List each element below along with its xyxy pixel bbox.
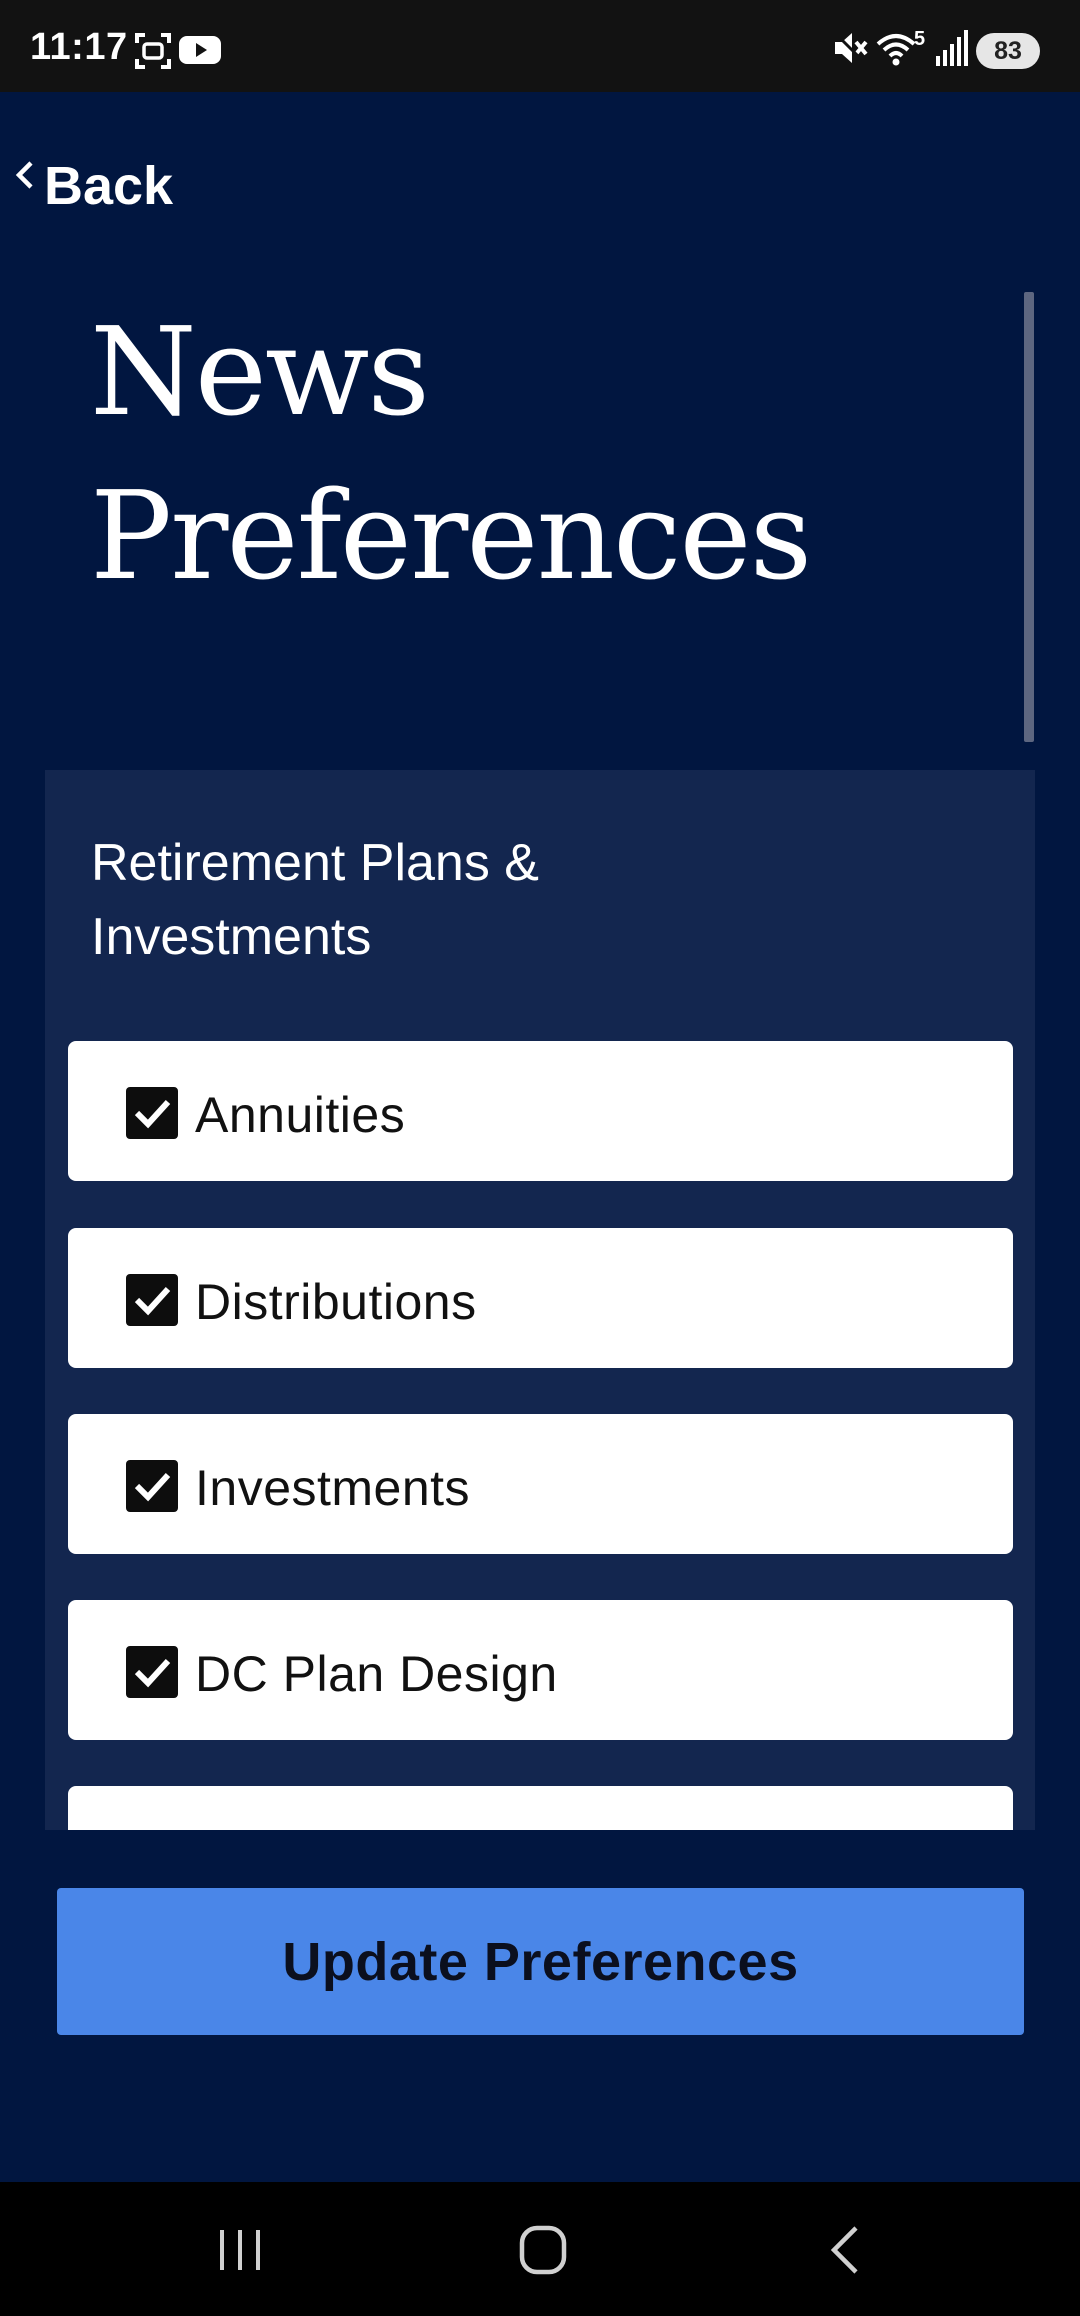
checkbox-checked-icon[interactable] bbox=[126, 1087, 178, 1139]
youtube-icon bbox=[178, 32, 222, 73]
option-dc-plan-design[interactable]: DC Plan Design bbox=[68, 1600, 1013, 1740]
option-label: Distributions bbox=[195, 1274, 477, 1330]
option-card-partial[interactable] bbox=[68, 1786, 1013, 1830]
wifi-icon bbox=[876, 28, 916, 73]
option-label: Investments bbox=[195, 1460, 471, 1516]
mute-icon bbox=[830, 28, 870, 73]
option-investments[interactable]: Investments bbox=[68, 1414, 1013, 1554]
navigation-bar bbox=[0, 2182, 1080, 2316]
option-label: Annuities bbox=[195, 1087, 406, 1143]
status-time: 11:17 bbox=[30, 26, 128, 68]
option-label: DC Plan Design bbox=[195, 1646, 558, 1702]
recents-icon[interactable] bbox=[180, 2212, 300, 2288]
screen: 11:17 5 83 Back News Preferences Retirem… bbox=[0, 0, 1080, 2316]
home-icon[interactable] bbox=[483, 2212, 603, 2288]
page-title: News Preferences bbox=[90, 301, 812, 607]
checkbox-checked-icon[interactable] bbox=[126, 1274, 178, 1326]
checkbox-checked-icon[interactable] bbox=[126, 1460, 178, 1512]
section-heading: Retirement Plans & Investments bbox=[91, 834, 539, 966]
signal-icon bbox=[934, 28, 970, 73]
scroll-indicator[interactable] bbox=[1024, 292, 1034, 742]
option-annuities[interactable]: Annuities bbox=[68, 1041, 1013, 1181]
back-icon[interactable] bbox=[786, 2212, 906, 2288]
back-label: Back bbox=[44, 156, 174, 216]
update-preferences-button[interactable]: Update Preferences bbox=[57, 1888, 1024, 2035]
back-link[interactable]: Back bbox=[14, 152, 173, 222]
battery-indicator: 83 bbox=[976, 33, 1040, 69]
checkbox-checked-icon[interactable] bbox=[126, 1646, 178, 1698]
chevron-left-icon bbox=[14, 160, 36, 195]
section-panel: Retirement Plans & Investments Annuities… bbox=[45, 770, 1035, 1830]
wifi-label: 5 bbox=[914, 28, 926, 50]
status-bar: 11:17 5 83 bbox=[0, 0, 1080, 92]
screenshot-icon bbox=[134, 32, 172, 75]
option-distributions[interactable]: Distributions bbox=[68, 1228, 1013, 1368]
